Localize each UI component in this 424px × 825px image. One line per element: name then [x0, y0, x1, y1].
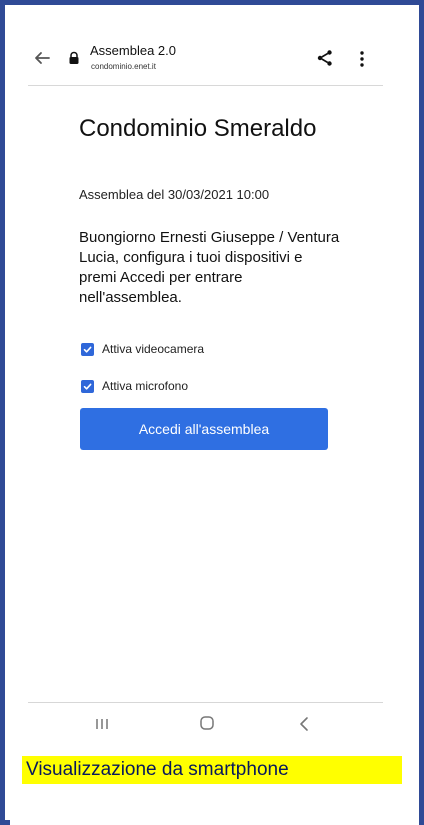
camera-checkbox[interactable] — [81, 342, 94, 356]
more-vertical-icon[interactable] — [359, 50, 365, 68]
camera-label: Attiva videocamera — [102, 342, 205, 356]
join-meeting-button[interactable]: Accedi all'assemblea — [80, 408, 328, 450]
android-navigation-bar — [10, 702, 419, 750]
home-icon[interactable] — [199, 715, 215, 731]
lock-icon — [69, 51, 79, 64]
chevron-left-icon[interactable] — [298, 715, 310, 733]
main-content: Condominio Smeraldo Assemblea del 30/03/… — [10, 94, 419, 704]
microphone-label: Attiva microfono — [102, 379, 189, 393]
image-caption: Visualizzazione da smartphone — [22, 756, 402, 784]
check-icon — [83, 383, 92, 390]
check-icon — [83, 346, 92, 353]
phone-frame: Assemblea 2.0 condominio.enet.it Condomi… — [0, 0, 424, 825]
back-arrow-icon[interactable] — [32, 48, 52, 68]
welcome-message: Buongiorno Ernesti Giuseppe / Ventura Lu… — [79, 229, 340, 306]
phone-screen: Assemblea 2.0 condominio.enet.it Condomi… — [10, 10, 419, 825]
browser-header: Assemblea 2.0 condominio.enet.it — [10, 10, 419, 94]
meeting-date: Assemblea del 30/03/2021 10:00 — [79, 187, 270, 202]
recent-apps-icon[interactable] — [94, 716, 110, 732]
site-title: Assemblea 2.0 — [90, 43, 176, 58]
microphone-checkbox[interactable] — [81, 379, 94, 393]
share-icon[interactable] — [316, 49, 334, 67]
page-title: Condominio Smeraldo — [79, 115, 317, 142]
site-url[interactable]: condominio.enet.it — [91, 62, 156, 72]
nav-divider — [28, 702, 383, 703]
microphone-toggle[interactable]: Attiva microfono — [81, 376, 188, 396]
camera-toggle[interactable]: Attiva videocamera — [81, 339, 204, 359]
header-divider — [28, 85, 383, 86]
